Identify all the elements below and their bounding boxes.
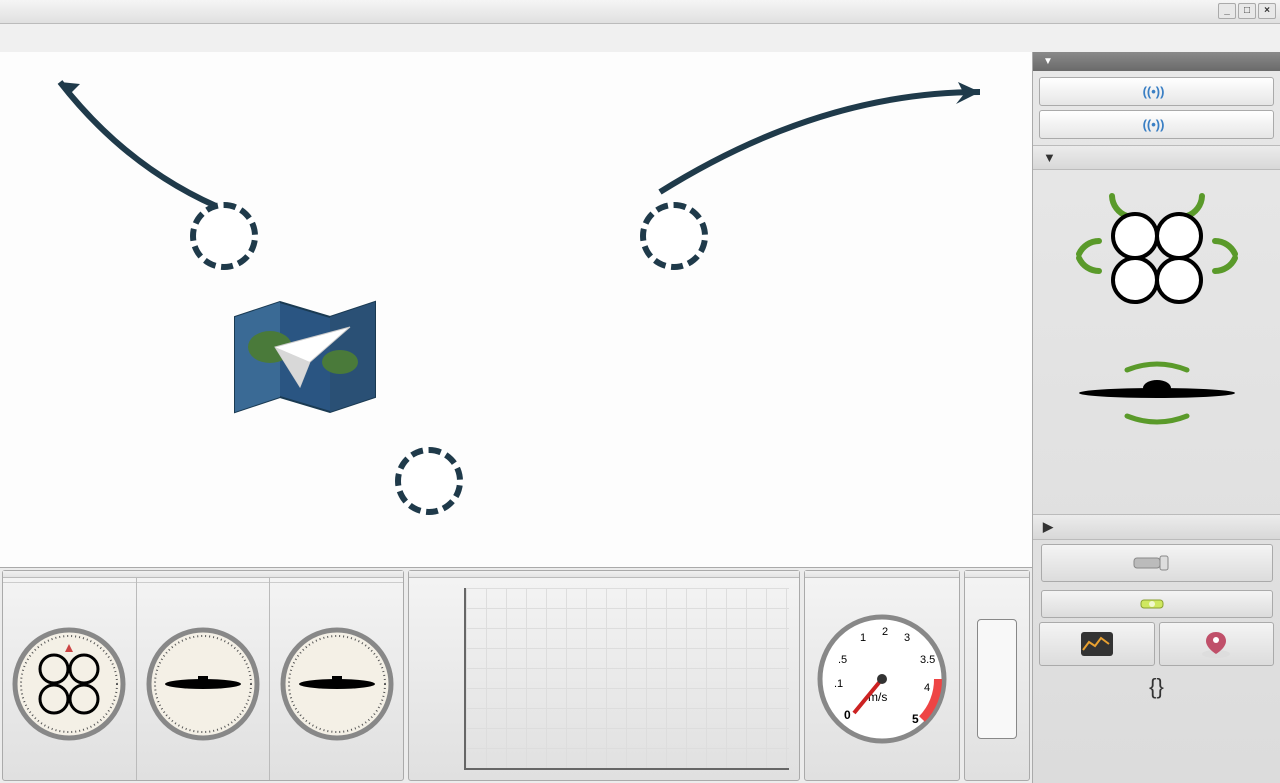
roll-dial-icon xyxy=(270,587,403,780)
drone-side-icon xyxy=(1067,358,1247,428)
menu-window[interactable] xyxy=(32,34,44,42)
menu-edit[interactable] xyxy=(20,34,32,42)
close-button[interactable]: × xyxy=(1258,3,1276,19)
svg-text:1: 1 xyxy=(860,632,866,644)
altitude-panel xyxy=(408,570,800,781)
battery-title xyxy=(965,571,1029,578)
sensor-graph-button[interactable] xyxy=(1039,622,1155,666)
flat-trim-button[interactable] xyxy=(1041,590,1273,618)
ultrasonic-section-header[interactable]: ▼ xyxy=(1033,145,1280,170)
sidebar: ▼ ((•)) ((•)) ▼ xyxy=(1032,52,1280,783)
svg-text:2: 2 xyxy=(882,626,888,638)
telemetry-bar: 123 .53.5 .14 05 m/s xyxy=(0,567,1032,783)
step-3-number xyxy=(395,447,463,515)
lights-on-button[interactable] xyxy=(1041,544,1273,582)
gyroscope-title xyxy=(3,571,403,578)
step-1-number xyxy=(640,202,708,270)
pitch-column xyxy=(137,578,271,780)
drone-top-icon xyxy=(1057,186,1257,336)
speed-panel: 123 .53.5 .14 05 m/s xyxy=(804,570,960,781)
menu-help[interactable] xyxy=(56,34,68,42)
speedometer-icon: 123 .53.5 .14 05 m/s xyxy=(812,609,952,749)
svg-text:.1: .1 xyxy=(834,678,843,690)
altitude-chart-icon xyxy=(464,588,789,770)
svg-text:4: 4 xyxy=(924,682,930,694)
arrow-to-connect-icon xyxy=(640,72,1000,202)
connect-arduino-button[interactable]: ((•)) xyxy=(1039,110,1274,139)
step-3 xyxy=(395,447,475,515)
altitude-axis xyxy=(429,588,459,770)
menu-file[interactable] xyxy=(8,34,20,42)
gyroscope-panel xyxy=(2,570,404,781)
antenna-icon: ((•)) xyxy=(1143,84,1165,99)
chevron-down-icon: ▼ xyxy=(1043,56,1053,67)
battery-value xyxy=(977,619,1017,739)
menu-scripts[interactable] xyxy=(1260,34,1272,42)
menu-bar xyxy=(0,24,1280,52)
svg-text:3: 3 xyxy=(904,632,910,644)
battery-panel xyxy=(964,570,1030,781)
level-icon xyxy=(1140,597,1164,611)
step-2 xyxy=(190,202,270,270)
yaw-column xyxy=(3,578,137,780)
yaw-dial-icon xyxy=(3,587,136,780)
maximize-button[interactable]: □ xyxy=(1238,3,1256,19)
step-1 xyxy=(640,202,720,270)
arrow-to-configure-icon xyxy=(40,62,260,222)
autoscript-label[interactable]: {} xyxy=(1033,666,1280,708)
map-pin-icon xyxy=(1198,628,1234,660)
svg-text:3.5: 3.5 xyxy=(920,654,935,666)
menu-tools[interactable] xyxy=(44,34,56,42)
app-logo xyxy=(230,292,400,422)
antenna-icon: ((•)) xyxy=(1143,117,1165,132)
minimize-button[interactable]: _ xyxy=(1218,3,1236,19)
svg-text:.5: .5 xyxy=(838,654,847,666)
graph-icon xyxy=(1079,630,1115,658)
connect-ardrone-button[interactable]: ((•)) xyxy=(1039,77,1274,106)
svg-text:0: 0 xyxy=(844,708,851,722)
roll-column xyxy=(270,578,403,780)
chevron-down-icon: ▼ xyxy=(1043,150,1056,165)
step-2-number xyxy=(190,202,258,270)
safety-section-header[interactable]: ▶ xyxy=(1033,514,1280,540)
pitch-dial-icon xyxy=(137,587,270,780)
connection-section-header[interactable]: ▼ xyxy=(1033,52,1280,71)
altitude-title xyxy=(409,571,799,578)
flashlight-icon xyxy=(1132,553,1172,573)
map-plane-icon xyxy=(230,292,380,422)
map-button[interactable] xyxy=(1159,622,1275,666)
ultrasonic-body xyxy=(1033,170,1280,514)
speed-title xyxy=(805,571,959,578)
chevron-right-icon: ▶ xyxy=(1043,519,1053,535)
svg-text:5: 5 xyxy=(912,712,919,726)
welcome-area xyxy=(0,52,1032,567)
title-bar: _ □ × xyxy=(0,0,1280,24)
